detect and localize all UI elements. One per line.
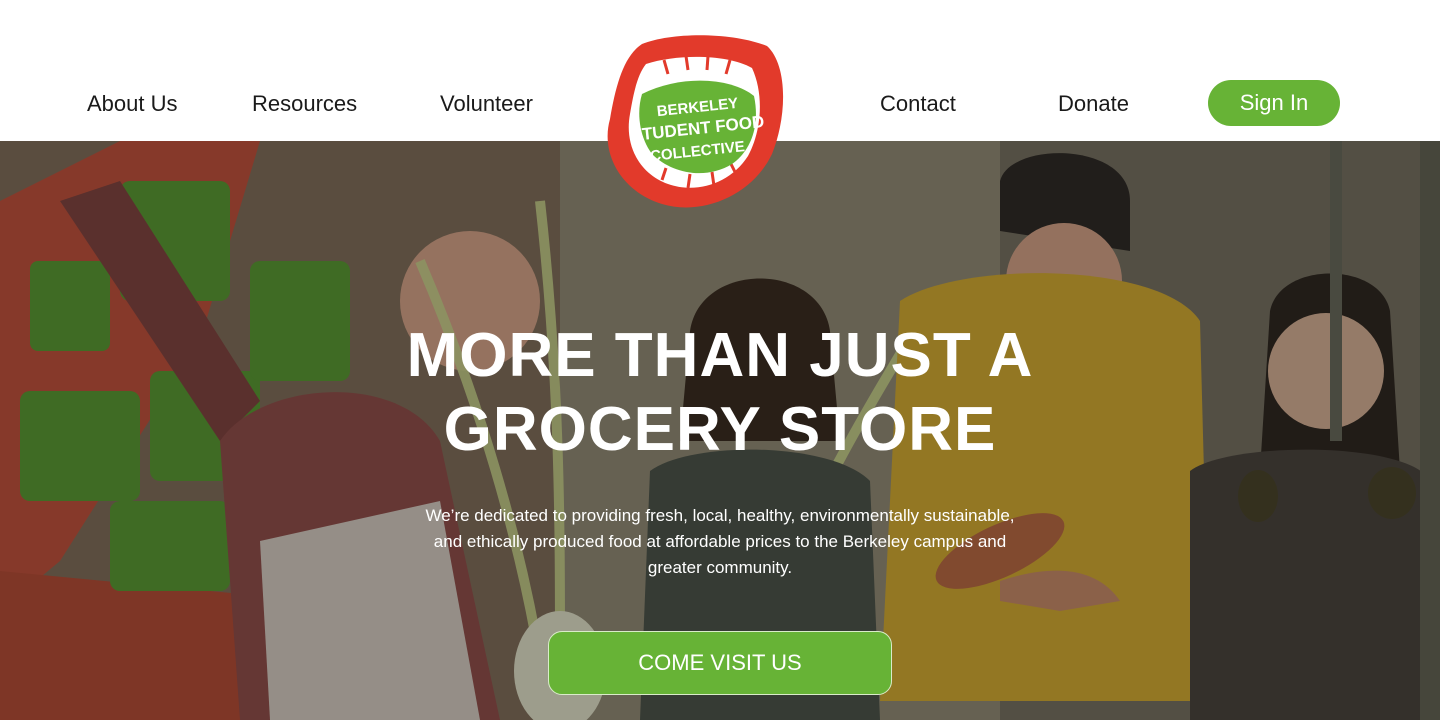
logo[interactable]: BERKELEY STUDENT FOOD COLLECTIVE — [602, 34, 788, 214]
hero-title: MORE THAN JUST A GROCERY STORE — [320, 319, 1120, 467]
nav-donate[interactable]: Donate — [1058, 90, 1129, 118]
hero-title-line1: MORE THAN JUST A — [406, 321, 1034, 390]
come-visit-us-button[interactable]: COME VISIT US — [548, 631, 892, 695]
hero-description: We’re dedicated to providing fresh, loca… — [425, 506, 1015, 577]
nav-contact[interactable]: Contact — [880, 90, 956, 118]
hero-title-line2: GROCERY STORE — [443, 395, 997, 464]
mouth-logo-icon: BERKELEY STUDENT FOOD COLLECTIVE — [607, 35, 784, 208]
nav-about-us[interactable]: About Us — [87, 90, 178, 118]
nav-resources[interactable]: Resources — [252, 90, 357, 118]
hero-section: MORE THAN JUST A GROCERY STORE We’re ded… — [0, 141, 1440, 720]
nav-volunteer[interactable]: Volunteer — [440, 90, 533, 118]
sign-in-button[interactable]: Sign In — [1208, 80, 1340, 126]
